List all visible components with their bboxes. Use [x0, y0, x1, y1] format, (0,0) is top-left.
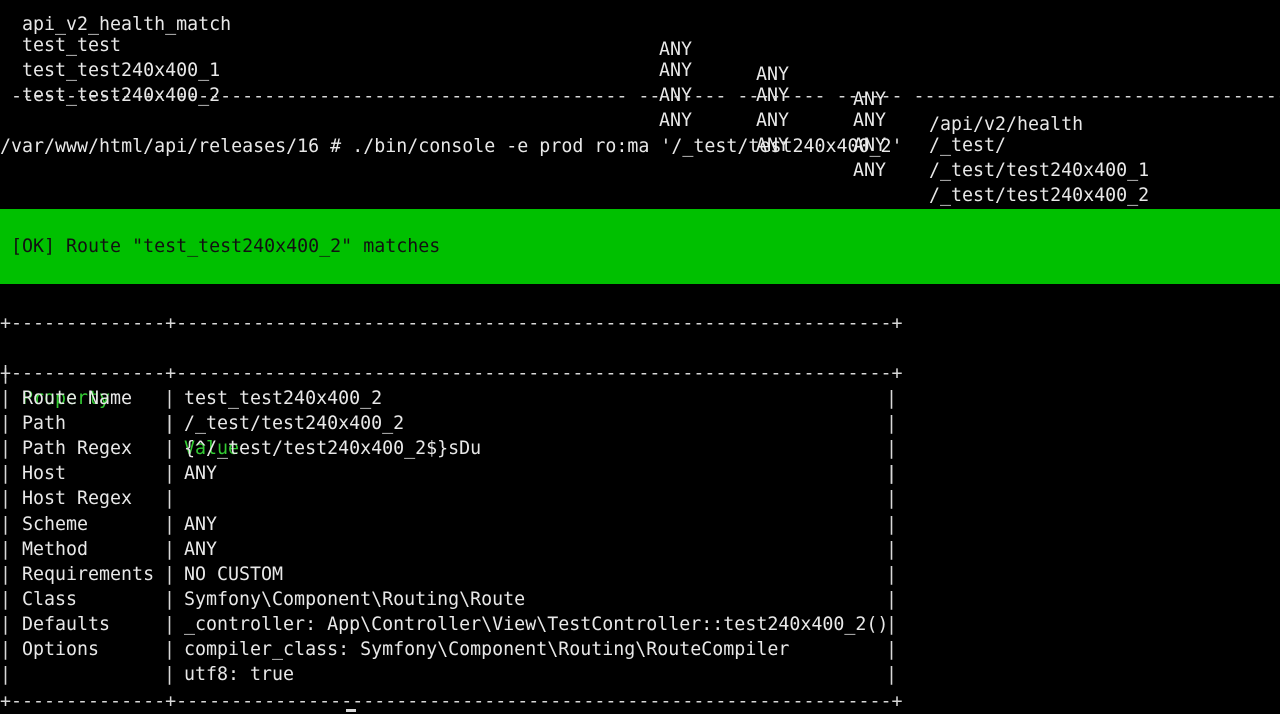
- table-header-row: | Property | Value |: [0, 363, 898, 484]
- value-cell: test_test240x400_2: [184, 388, 383, 409]
- property-cell: Path Regex: [22, 438, 133, 459]
- property-cell: Host Regex: [22, 488, 133, 509]
- routes-table-separator: ----------------------------------------…: [0, 86, 1280, 107]
- property-cell: Defaults: [22, 614, 111, 635]
- route-scheme: ANY: [756, 110, 790, 131]
- value-cell: compiler_class: Symfony\Component\Routin…: [184, 639, 790, 660]
- table-row: test_test240x400_2 ANY ANY ANY /_test/te…: [0, 58, 1149, 206]
- value-cell: Symfony\Component\Routing\Route: [184, 589, 526, 610]
- table-row: test_test240x400_1 ANY ANY ANY /_test/te…: [0, 33, 1149, 181]
- property-cell: Requirements: [22, 564, 155, 585]
- command-text: ./bin/console -e prod ro:ma '/_test/test…: [352, 136, 903, 157]
- table-border: +--------------+------------------------…: [0, 363, 903, 384]
- property-cell: Method: [22, 539, 89, 560]
- route-host: ANY: [853, 110, 887, 131]
- route-method: ANY: [659, 60, 693, 81]
- value-cell: /_test/test240x400_2: [184, 413, 405, 434]
- property-cell: Options: [22, 639, 100, 660]
- value-cell: ANY: [184, 539, 218, 560]
- shell-prompt: /var/www/html/api/releases/16 #: [0, 136, 353, 157]
- route-path: /_test/test240x400_2: [929, 185, 1150, 206]
- route-method: ANY: [659, 110, 693, 131]
- property-cell: Class: [22, 589, 78, 610]
- text-cursor: [346, 709, 356, 712]
- table-row: test_test ANY ANY ANY /_test/: [0, 8, 1006, 156]
- value-cell: {^/_test/test240x400_2$}sDu: [184, 438, 482, 459]
- ok-message: [OK] Route "test_test240x400_2" matches: [11, 236, 441, 257]
- route-path: /_test/test240x400_1: [929, 160, 1150, 181]
- route-path: /_test/: [929, 135, 1007, 156]
- property-cell: Path: [22, 413, 67, 434]
- property-cell: Host: [22, 463, 67, 484]
- value-cell: ANY: [184, 514, 218, 535]
- terminal-window[interactable]: api_v2_health_match ANY ANY ANY /api/v2/…: [0, 0, 1280, 714]
- value-cell: _controller: App\Controller\View\TestCon…: [184, 614, 889, 635]
- property-cell: Route Name: [22, 388, 133, 409]
- ok-banner: [OK] Route "test_test240x400_2" matches: [0, 209, 1280, 284]
- table-border: +--------------+------------------------…: [0, 691, 903, 712]
- table-border: +--------------+------------------------…: [0, 313, 903, 334]
- property-cell: Scheme: [22, 514, 89, 535]
- value-cell: utf8: true: [184, 664, 295, 685]
- value-cell: NO CUSTOM: [184, 564, 284, 585]
- value-cell: ANY: [184, 463, 218, 484]
- route-host: ANY: [853, 160, 887, 181]
- command-line: /var/www/html/api/releases/16 # ./bin/co…: [0, 134, 903, 159]
